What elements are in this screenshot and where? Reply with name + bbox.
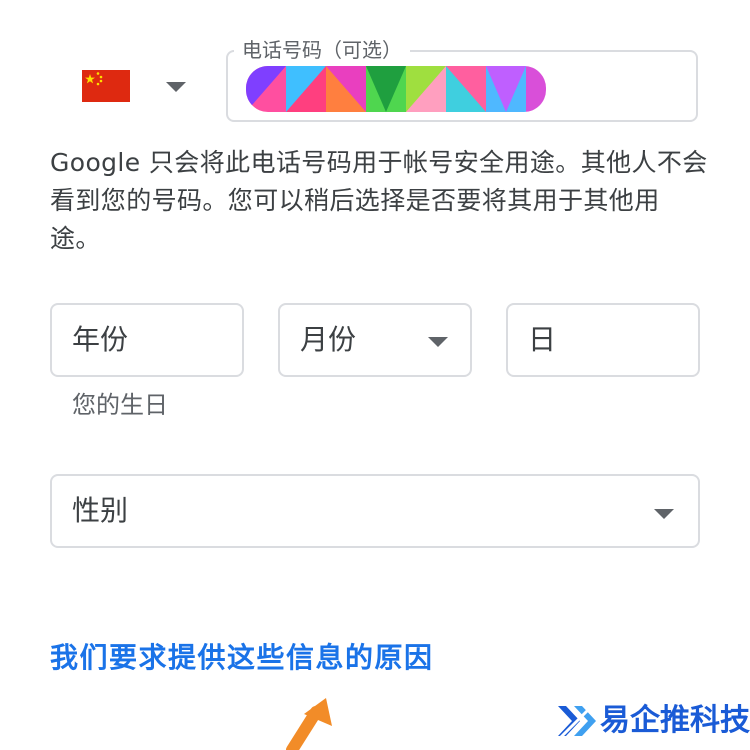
birth-day-placeholder: 日: [528, 323, 557, 356]
gender-placeholder: 性别: [72, 494, 129, 527]
birth-year-placeholder: 年份: [72, 323, 129, 356]
chevron-down-icon: [428, 337, 448, 347]
phone-number-value-redacted: [246, 66, 546, 112]
birth-month-placeholder: 月份: [300, 323, 357, 356]
chevron-down-icon: [654, 509, 674, 519]
birth-year-input[interactable]: 年份: [50, 303, 244, 377]
china-flag-icon: [82, 70, 130, 102]
annotation-arrow-icon: [270, 690, 350, 750]
birth-day-input[interactable]: 日: [506, 303, 700, 377]
birthday-helper-text: 您的生日: [72, 391, 168, 419]
phone-number-label: 电话号码（可选）: [234, 36, 410, 64]
phone-usage-description: Google 只会将此电话号码用于帐号安全用途。其他人不会看到您的号码。您可以稍…: [50, 148, 708, 253]
gender-select[interactable]: 性别: [50, 474, 700, 548]
birth-month-select[interactable]: 月份: [278, 303, 472, 377]
country-selector[interactable]: [70, 58, 200, 114]
why-we-ask-link[interactable]: 我们要求提供这些信息的原因: [50, 638, 434, 678]
watermark: 易企推科技: [556, 698, 750, 744]
watermark-text: 易企推科技: [600, 703, 750, 738]
watermark-logo-icon: [556, 700, 598, 742]
country-dropdown-arrow-icon[interactable]: [166, 82, 186, 92]
